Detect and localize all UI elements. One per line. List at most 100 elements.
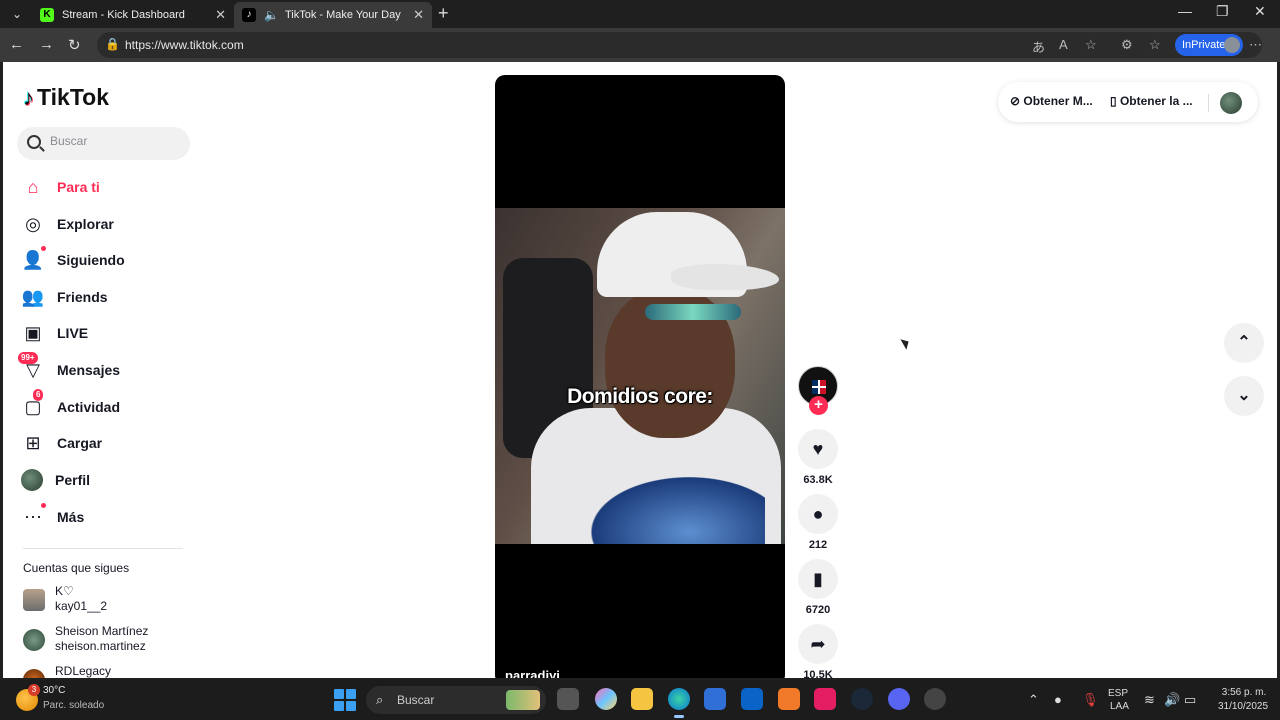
extensions-icon[interactable]: ⚙ (1121, 37, 1133, 53)
forward-arrow-icon[interactable]: → (39, 36, 54, 53)
url-text[interactable]: https://www.tiktok.com (125, 38, 244, 52)
clock-date[interactable]: 31/10/2025 (1212, 701, 1274, 712)
wifi-icon[interactable]: ≋ (1144, 692, 1155, 708)
comment-button[interactable]: ● (798, 494, 838, 534)
windows-logo-icon (346, 689, 356, 699)
address-bar[interactable]: 🔒 https://www.tiktok.com あ A ☆ ⚙ ☆ InPri… (97, 32, 1262, 58)
reload-icon[interactable]: ↻ (68, 36, 81, 54)
save-button[interactable]: ▮ (798, 559, 838, 599)
translate-icon[interactable]: あ (1032, 37, 1045, 56)
weather-description[interactable]: Parc. soleado (43, 700, 104, 711)
tray-app-icon[interactable]: ● (1054, 692, 1062, 707)
nav-label: Friends (57, 289, 108, 305)
keyboard-layout[interactable]: LAA (1110, 701, 1129, 712)
favorites-bar-icon[interactable]: ☆ (1149, 37, 1161, 53)
following-account[interactable]: Sheison Martínez sheison.martinez (21, 623, 191, 659)
live-tv-icon: ▣ (24, 323, 42, 343)
nav-siguiendo[interactable]: 👤 Siguiendo (21, 245, 191, 275)
get-mobile-app-label: Obtener la ... (1119, 94, 1193, 108)
discord-icon[interactable] (888, 688, 910, 710)
account-username: kay01__2 (55, 599, 108, 613)
volume-icon[interactable]: 🔊 (1164, 692, 1180, 708)
nav-perfil[interactable]: Perfil (21, 465, 191, 495)
like-button[interactable]: ♥ (798, 429, 838, 469)
nav-cargar[interactable]: ⊞ Cargar (21, 428, 191, 458)
nav-friends[interactable]: 👥 Friends (21, 282, 191, 312)
tab-actions-menu-button[interactable]: ⌄ (6, 4, 28, 24)
video-player[interactable]: Domidios core: parradiyi (495, 75, 785, 678)
top-right-actions: ⊘ Obtener M... ▯ Obtener la ... (998, 82, 1258, 122)
home-icon: ⌂ (27, 177, 39, 197)
close-window-icon[interactable]: ✕ (1254, 3, 1266, 20)
nav-actividad[interactable]: ▢ 6 Actividad (21, 389, 191, 422)
task-view-icon[interactable] (557, 688, 579, 710)
tiktok-logo[interactable]: ♪ TikTok (23, 84, 109, 111)
nav-explorar[interactable]: ◎ Explorar (21, 209, 191, 239)
start-button[interactable] (334, 689, 356, 711)
mouse-cursor-icon (900, 336, 912, 350)
windows-logo-icon (346, 701, 356, 711)
following-account[interactable]: RDLegacy (21, 663, 191, 678)
file-explorer-icon[interactable] (631, 688, 653, 710)
browser-tab-strip: ⌄ K Stream - Kick Dashboard ✕ ♪ 🔈 TikTok… (0, 0, 1280, 28)
close-tab-icon[interactable]: ✕ (215, 7, 226, 23)
show-hidden-icons-chevron-icon[interactable]: ⌃ (1028, 692, 1039, 708)
tiktok-app-icon[interactable] (814, 688, 836, 710)
tab-kick-dashboard[interactable]: K Stream - Kick Dashboard ✕ (32, 2, 234, 28)
search-box[interactable] (17, 127, 190, 160)
copilot-icon[interactable] (595, 688, 617, 710)
more-menu-icon[interactable]: ⋯ (1249, 37, 1262, 53)
bookmark-icon: ▮ (813, 569, 823, 589)
clock-time[interactable]: 3:56 p. m. (1214, 687, 1274, 698)
nav-mas[interactable]: ⋯ Más (21, 502, 191, 532)
get-app-button[interactable]: ⊘ Obtener M... (1010, 94, 1093, 108)
input-language[interactable]: ESP (1108, 688, 1128, 699)
nav-mensajes[interactable]: ▽ 99+ Mensajes (18, 352, 191, 385)
store-icon[interactable] (704, 688, 726, 710)
taskbar-search[interactable]: ⌕ Buscar (366, 686, 546, 714)
microphone-icon[interactable]: 🎙 (1082, 692, 1099, 708)
read-aloud-icon[interactable]: A (1059, 37, 1068, 52)
tiktok-favicon-icon: ♪ (242, 8, 256, 22)
previous-video-button[interactable]: ⌃ (1224, 323, 1264, 363)
activity-badge: 6 (33, 389, 44, 401)
profile-avatar (21, 469, 43, 491)
nav-label: Mensajes (57, 362, 121, 378)
tab-tiktok[interactable]: ♪ 🔈 TikTok - Make Your Day ✕ (234, 2, 432, 28)
user-avatar[interactable] (1220, 92, 1242, 114)
dominican-flag-icon (812, 380, 826, 394)
new-tab-button[interactable]: + (438, 3, 449, 24)
search-input[interactable] (50, 134, 180, 148)
app-icon[interactable] (778, 688, 800, 710)
share-button[interactable]: ➦ (798, 624, 838, 664)
video-frame (495, 208, 785, 544)
nav-para-ti[interactable]: ⌂ Para ti (21, 172, 191, 202)
separator (1208, 94, 1209, 112)
inprivate-button[interactable]: InPrivate (1175, 34, 1243, 56)
speaker-icon[interactable]: 🔈 (264, 8, 279, 22)
back-arrow-icon[interactable]: ← (9, 36, 24, 53)
get-mobile-app-button[interactable]: ▯ Obtener la ... (1110, 94, 1193, 108)
like-count: 63.8K (803, 474, 833, 486)
favorite-star-icon[interactable]: ☆ (1085, 37, 1097, 53)
lock-icon[interactable]: 🔒 (105, 37, 120, 51)
battery-icon[interactable]: ▭ (1184, 692, 1196, 708)
video-author[interactable]: parradiyi (505, 668, 560, 678)
follow-plus-button[interactable]: + (809, 396, 828, 415)
weather-temperature[interactable]: 30°C (43, 685, 65, 696)
minimize-icon[interactable]: — (1178, 3, 1192, 19)
maximize-icon[interactable]: ❐ (1216, 3, 1229, 20)
nav-live[interactable]: ▣ LIVE (21, 318, 191, 348)
close-tab-icon[interactable]: ✕ (413, 7, 424, 23)
following-icon: 👤 (21, 246, 46, 272)
steam-icon[interactable] (851, 688, 873, 710)
save-count: 6720 (805, 604, 831, 616)
tiktok-note-icon: ♪ (23, 84, 34, 110)
profile-avatar-icon (1224, 37, 1240, 53)
app-icon[interactable] (924, 688, 946, 710)
edge-icon[interactable] (668, 688, 690, 718)
outlook-icon[interactable] (741, 688, 763, 710)
next-video-button[interactable]: ⌄ (1224, 376, 1264, 416)
following-account[interactable]: K♡ kay01__2 (21, 583, 191, 619)
video-caption: Domidios core: (567, 385, 713, 408)
